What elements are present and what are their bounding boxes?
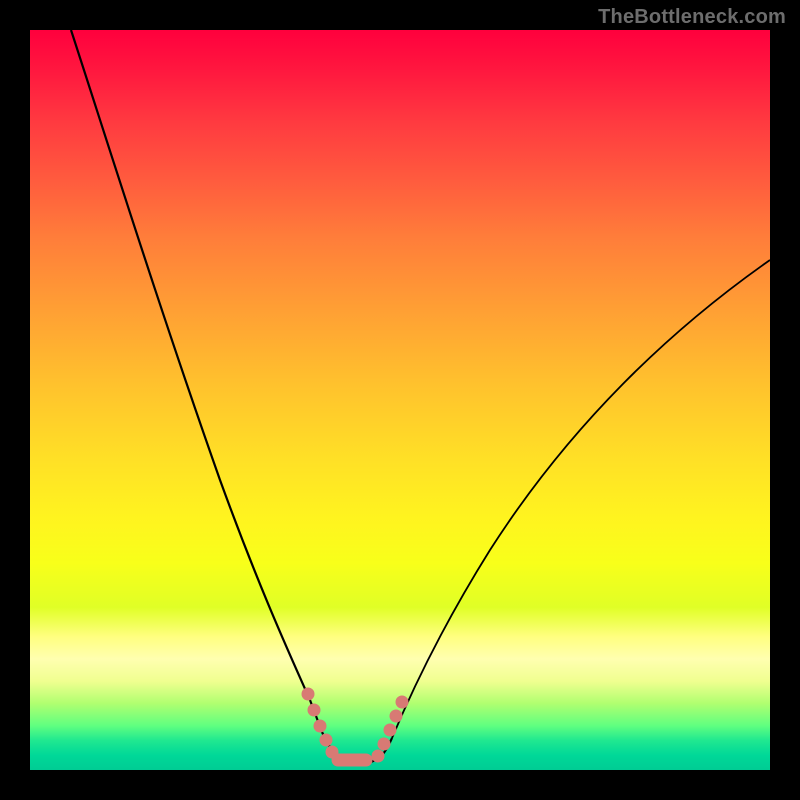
chart-frame: TheBottleneck.com bbox=[0, 0, 800, 800]
watermark-text: TheBottleneck.com bbox=[598, 6, 786, 29]
bottleneck-curve-left bbox=[71, 30, 322, 732]
bottleneck-curve-right bbox=[392, 260, 770, 738]
trough-markers bbox=[302, 688, 408, 766]
chart-svg bbox=[30, 30, 770, 770]
